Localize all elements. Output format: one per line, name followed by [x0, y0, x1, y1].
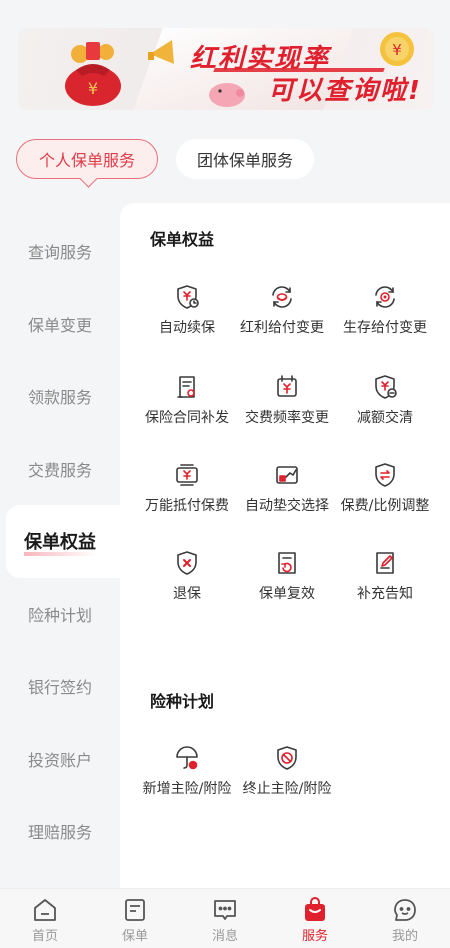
service-label: 交费频率变更	[245, 410, 329, 426]
service-label: 新增主险/附险	[142, 781, 232, 797]
svg-text:¥: ¥	[88, 79, 98, 98]
service-payment-frequency[interactable]: 交费频率变更	[237, 373, 337, 427]
sidebar-item-label: 领款服务	[28, 388, 93, 408]
service-label: 保费/比例调整	[340, 498, 430, 514]
section-title-coverage-plan: 险种计划	[150, 692, 215, 711]
sidebar-item-payout[interactable]: 领款服务	[0, 360, 120, 433]
service-universal-offset[interactable]: 万能抵付保费	[137, 461, 237, 515]
umbrella-add-icon	[176, 746, 198, 770]
sidebar-item-label: 险种计划	[28, 605, 93, 625]
sidebar-item-coverage-plan[interactable]: 险种计划	[0, 578, 120, 651]
service-bag-icon	[305, 897, 325, 921]
service-label: 生存给付变更	[343, 320, 427, 336]
megaphone-icon	[148, 40, 174, 64]
svg-text:¥: ¥	[392, 41, 402, 59]
nav-label: 保单	[121, 929, 148, 944]
service-category-sidebar: 查询服务 保单变更 领款服务 交费服务 保单权益 险种计划 银行签约 投资账户 …	[0, 215, 120, 868]
service-label: 万能抵付保费	[145, 498, 229, 514]
policy-icon	[125, 899, 145, 921]
nav-profile[interactable]: 我的	[360, 889, 450, 948]
sidebar-item-label: 交费服务	[28, 460, 93, 480]
sidebar-item-policy-rights[interactable]: 保单权益	[6, 505, 120, 578]
nav-label: 服务	[301, 929, 328, 944]
section-title-policy-rights: 保单权益	[150, 230, 215, 249]
banner-subheadline: 可以查询啦!	[268, 76, 422, 106]
ratio-adjust-icon	[375, 463, 395, 487]
service-label: 终止主险/附险	[242, 781, 332, 797]
service-supplementary-disclosure[interactable]: 补充告知	[335, 549, 435, 603]
nav-label: 我的	[391, 929, 418, 944]
tab-group-policy[interactable]: 团体保单服务	[176, 139, 314, 179]
service-label: 补充告知	[357, 586, 413, 602]
service-panel: 保单权益 自动续保 红利给付变更 生存给付变更 保险合同补发 交费频率变更 减额…	[120, 203, 450, 888]
service-premium-ratio-adjust[interactable]: 保费/比例调整	[335, 461, 435, 515]
bonus-refresh-icon	[272, 286, 292, 308]
sidebar-item-label: 理赔服务	[28, 823, 93, 843]
sidebar-item-label: 保单变更	[28, 315, 93, 335]
sidebar-item-bank-signing[interactable]: 银行签约	[0, 650, 120, 723]
document-restore-icon	[278, 552, 296, 574]
nav-policy[interactable]: 保单	[90, 889, 180, 948]
service-auto-advance[interactable]: 自动垫交选择	[237, 461, 337, 515]
auto-advance-icon	[276, 466, 298, 484]
service-label: 红利给付变更	[240, 320, 324, 336]
profile-icon	[394, 899, 416, 921]
service-policy-reinstate[interactable]: 保单复效	[237, 549, 337, 603]
sidebar-item-label: 投资账户	[28, 750, 93, 770]
shield-yen-clock-icon	[177, 285, 199, 309]
service-label: 减额交清	[357, 410, 413, 426]
sidebar-item-label: 查询服务	[28, 243, 93, 263]
survival-refresh-icon	[375, 286, 395, 308]
service-label: 保险合同补发	[145, 410, 229, 426]
sidebar-item-claims[interactable]: 理赔服务	[0, 795, 120, 868]
service-label: 保单复效	[259, 586, 315, 602]
service-label: 退保	[173, 586, 201, 602]
calendar-yen-icon	[277, 375, 297, 397]
sidebar-item-policy-change[interactable]: 保单变更	[0, 288, 120, 361]
gold-coin-icon: ¥	[380, 32, 414, 66]
promo-banner[interactable]: ¥ ¥ 红利实现率 可以查询啦!	[18, 28, 434, 110]
nav-label: 首页	[31, 929, 58, 944]
nav-messages[interactable]: 消息	[180, 889, 270, 948]
sidebar-item-label: 保单权益	[24, 528, 96, 557]
nav-service[interactable]: 服务	[270, 889, 360, 948]
service-label: 自动垫交选择	[245, 498, 329, 514]
shield-yen-minus-icon	[375, 375, 397, 399]
service-bonus-change[interactable]: 红利给付变更	[222, 283, 342, 337]
contract-reissue-icon	[177, 376, 195, 398]
home-icon	[34, 899, 56, 921]
service-reduced-paid-up[interactable]: 减额交清	[335, 373, 435, 427]
shield-cross-icon	[177, 551, 197, 575]
message-icon	[214, 900, 236, 920]
bottom-navigation: 首页 保单 消息 服务 我的	[0, 888, 450, 948]
service-survival-change[interactable]: 生存给付变更	[335, 283, 435, 337]
service-add-rider[interactable]: 新增主险/附险	[137, 744, 237, 798]
sidebar-item-payment[interactable]: 交费服务	[0, 433, 120, 506]
sidebar-item-investment-account[interactable]: 投资账户	[0, 723, 120, 796]
service-contract-reissue[interactable]: 保险合同补发	[137, 373, 237, 427]
service-surrender[interactable]: 退保	[137, 549, 237, 603]
piggy-bank-icon	[209, 83, 245, 107]
lucky-bag-icon: ¥	[65, 42, 121, 106]
nav-label: 消息	[211, 929, 238, 944]
document-edit-icon	[376, 552, 394, 574]
service-terminate-rider[interactable]: 终止主险/附险	[237, 744, 337, 798]
tab-personal-policy[interactable]: 个人保单服务	[16, 139, 158, 179]
shield-stop-icon	[277, 746, 297, 770]
nav-home[interactable]: 首页	[0, 889, 90, 948]
wallet-offset-icon	[176, 464, 198, 486]
sidebar-item-query[interactable]: 查询服务	[0, 215, 120, 288]
sidebar-item-label: 银行签约	[28, 678, 93, 698]
